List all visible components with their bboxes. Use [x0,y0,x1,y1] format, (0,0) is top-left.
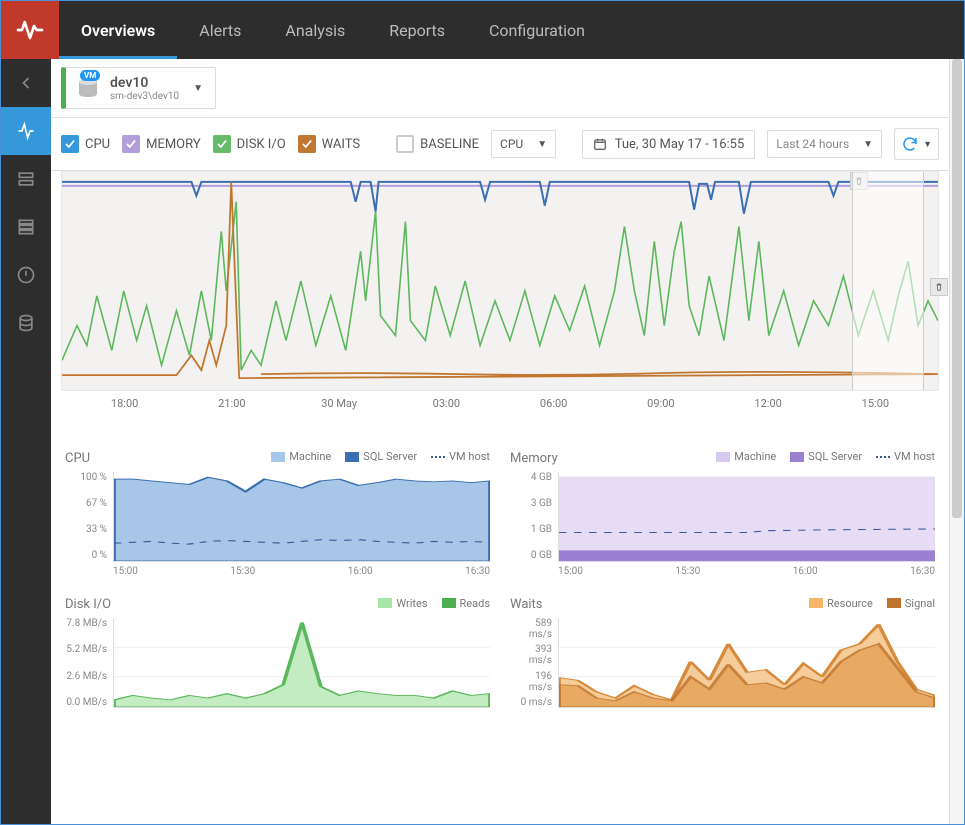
waits-title: Waits [510,597,543,612]
waits-y-axis: 589 ms/s 393 ms/s 196 ms/s 0 ms/s [510,618,558,708]
cpu-y-axis: 100 % 67 % 33 % 0 % [65,472,113,562]
calendar-icon [593,137,607,151]
chevron-down-icon: ▼ [923,139,932,150]
cpu-x-axis: 15:00 15:30 16:00 16:30 [113,562,490,577]
server-name: dev10 [110,75,179,91]
sidebar-back[interactable] [1,59,51,107]
time-selection-window[interactable] [852,172,924,390]
waits-panel[interactable]: Waits Resource Signal 589 ms/s 393 ms/s … [510,597,935,709]
scrollbar[interactable] [949,59,964,824]
sidebar-alert-circle[interactable] [1,251,51,299]
memory-title: Memory [510,451,558,466]
memory-x-axis: 15:00 15:30 16:00 16:30 [558,562,935,577]
toggle-memory[interactable]: MEMORY [122,135,201,153]
refresh-button[interactable]: ▼ [894,128,939,160]
memory-y-axis: 4 GB 3 GB 1 GB 0 GB [510,472,558,562]
nav-tabs: Overviews Alerts Analysis Reports Config… [59,1,607,59]
tab-overviews[interactable]: Overviews [59,1,177,59]
waits-chart [558,618,935,708]
toggle-cpu[interactable]: CPU [61,135,110,153]
memory-chart [558,472,935,562]
tab-reports[interactable]: Reports [367,1,467,59]
time-range-select[interactable]: Last 24 hours▼ [767,130,882,158]
toggle-diskio[interactable]: DISK I/O [213,135,286,153]
diskio-y-axis: 7.8 MB/s 5.2 MB/s 2.6 MB/s 0.0 MB/s [65,618,113,708]
tab-analysis[interactable]: Analysis [263,1,367,59]
chevron-down-icon: ▼ [193,83,203,94]
toggle-baseline[interactable]: BASELINE [396,135,479,153]
cpu-chart [113,472,490,562]
sidebar-database[interactable] [1,299,51,347]
drag-handle-right[interactable] [930,278,948,296]
memory-panel[interactable]: Memory Machine SQL Server VM host 4 GB 3… [510,450,935,577]
cpu-panel[interactable]: CPU Machine SQL Server VM host 100 % 67 … [65,450,490,577]
chevron-down-icon: ▼ [863,139,873,150]
overview-x-axis: 18:00 21:00 30 May 03:00 06:00 09:00 12:… [61,391,939,410]
diskio-chart [113,618,490,708]
sidebar-server2[interactable] [1,203,51,251]
sidebar-server1[interactable] [1,155,51,203]
datetime-picker[interactable]: Tue, 30 May 17 - 16:55 [582,130,756,159]
refresh-icon [901,135,919,153]
sidebar-activity[interactable] [1,107,51,155]
chevron-down-icon: ▼ [537,139,547,150]
toggle-waits[interactable]: WAITS [298,135,360,153]
server-selector[interactable]: VM dev10 sm-dev3\dev10 ▼ [61,67,216,109]
sidebar [1,59,51,824]
vm-badge: VM [80,70,100,81]
server-icon: VM [74,74,102,102]
tab-alerts[interactable]: Alerts [177,1,263,59]
tab-configuration[interactable]: Configuration [467,1,607,59]
diskio-panel[interactable]: Disk I/O Writes Reads 7.8 MB/s 5.2 MB/s … [65,597,490,709]
app-logo [1,1,59,59]
diskio-title: Disk I/O [65,597,111,612]
baseline-select[interactable]: CPU▼ [491,130,556,158]
overview-chart[interactable] [61,171,939,391]
server-path: sm-dev3\dev10 [110,91,179,102]
cpu-title: CPU [65,451,90,466]
